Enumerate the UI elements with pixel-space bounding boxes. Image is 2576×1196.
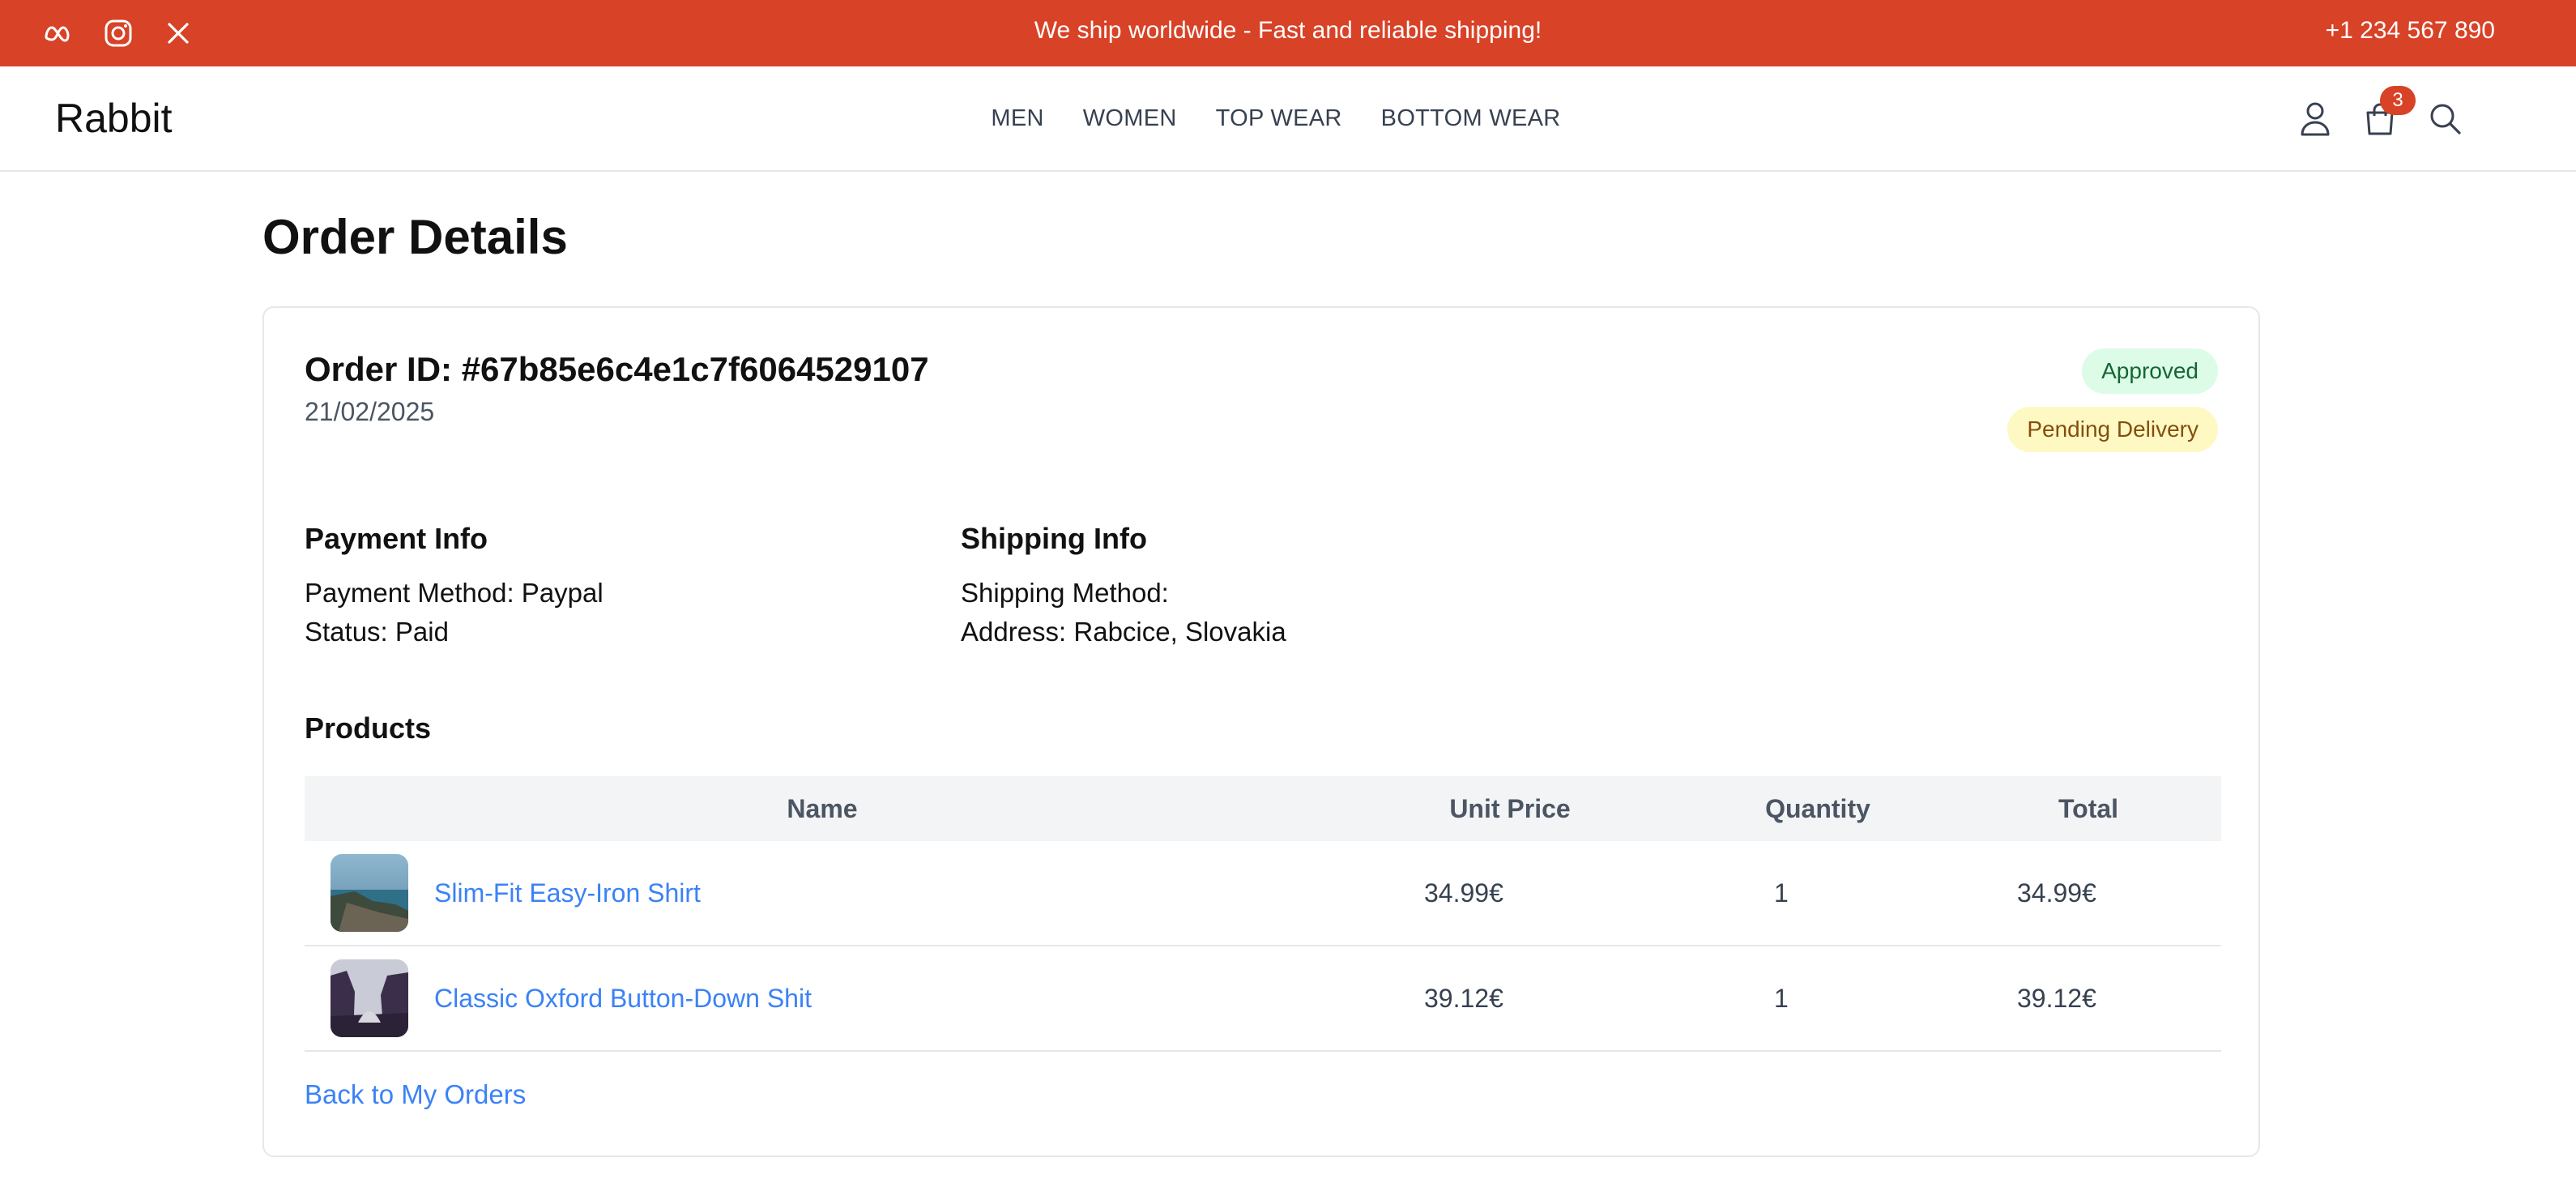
status-badges: Approved Pending Delivery xyxy=(2007,348,2218,452)
shopping-bag-icon[interactable]: 3 xyxy=(2362,86,2416,136)
nav-link-bottom-wear[interactable]: BOTTOM WEAR xyxy=(1381,105,1561,132)
order-date: 21/02/2025 xyxy=(305,397,435,426)
line-total: 34.99€ xyxy=(2017,878,2096,908)
announcement-bar: We ship worldwide - Fast and reliable sh… xyxy=(0,0,2576,66)
nav-link-men[interactable]: MEN xyxy=(991,105,1043,132)
product-link[interactable]: Slim-Fit Easy-Iron Shirt xyxy=(434,878,701,908)
unit-price: 34.99€ xyxy=(1424,878,1503,908)
quantity: 1 xyxy=(1774,878,1789,908)
shipping-address: Address: Rabcice, Slovakia xyxy=(961,617,1286,647)
shipping-info-heading: Shipping Info xyxy=(961,522,1147,555)
payment-info-heading: Payment Info xyxy=(305,522,488,555)
approved-status-badge: Approved xyxy=(2082,348,2218,394)
search-icon[interactable] xyxy=(2427,100,2463,136)
product-thumbnail xyxy=(331,854,408,932)
products-table: Name Unit Price Quantity Total Slim-Fit … xyxy=(305,776,2221,1052)
column-header-total: Total xyxy=(2058,793,2119,823)
user-icon[interactable] xyxy=(2297,100,2333,136)
page-title: Order Details xyxy=(262,210,568,264)
unit-price: 39.12€ xyxy=(1424,983,1503,1013)
products-heading: Products xyxy=(305,711,432,745)
nav-link-women[interactable]: WOMEN xyxy=(1083,105,1177,132)
payment-method: Payment Method: Paypal xyxy=(305,578,603,608)
column-header-quantity: Quantity xyxy=(1765,793,1870,823)
shipping-info: Shipping Info Shipping Method: Address: … xyxy=(961,522,1286,651)
payment-status: Status: Paid xyxy=(305,617,449,647)
phone-number: +1 234 567 890 xyxy=(2325,17,2495,44)
main-navbar: Rabbit MEN WOMEN TOP WEAR BOTTOM WEAR 3 xyxy=(0,66,2576,172)
product-link[interactable]: Classic Oxford Button-Down Shit xyxy=(434,984,812,1014)
column-header-unit-price: Unit Price xyxy=(1449,793,1571,823)
announcement-text: We ship worldwide - Fast and reliable sh… xyxy=(1034,17,1542,44)
payment-info: Payment Info Payment Method: Paypal Stat… xyxy=(305,522,603,651)
quantity: 1 xyxy=(1774,983,1789,1013)
table-row: Slim-Fit Easy-Iron Shirt 34.99€ 1 34.99€ xyxy=(305,841,2221,946)
table-header: Name Unit Price Quantity Total xyxy=(305,776,2221,841)
nav-link-top-wear[interactable]: TOP WEAR xyxy=(1216,105,1342,132)
nav-icons: 3 xyxy=(2297,66,2463,170)
column-header-name: Name xyxy=(787,793,858,823)
line-total: 39.12€ xyxy=(2017,983,2096,1013)
order-id: Order ID: #67b85e6c4e1c7f6064529107 xyxy=(305,350,929,388)
shipping-method: Shipping Method: xyxy=(961,578,1169,608)
cart-count-badge: 3 xyxy=(2380,86,2416,115)
order-details-card: Order ID: #67b85e6c4e1c7f6064529107 21/0… xyxy=(262,306,2260,1157)
product-cell: Slim-Fit Easy-Iron Shirt xyxy=(305,854,1340,932)
product-cell: Classic Oxford Button-Down Shit xyxy=(305,959,1340,1037)
back-to-orders-link[interactable]: Back to My Orders xyxy=(305,1079,526,1110)
product-thumbnail xyxy=(331,959,408,1037)
nav-links: MEN WOMEN TOP WEAR BOTTOM WEAR xyxy=(0,66,2576,170)
delivery-status-badge: Pending Delivery xyxy=(2007,407,2218,452)
table-row: Classic Oxford Button-Down Shit 39.12€ 1… xyxy=(305,946,2221,1052)
